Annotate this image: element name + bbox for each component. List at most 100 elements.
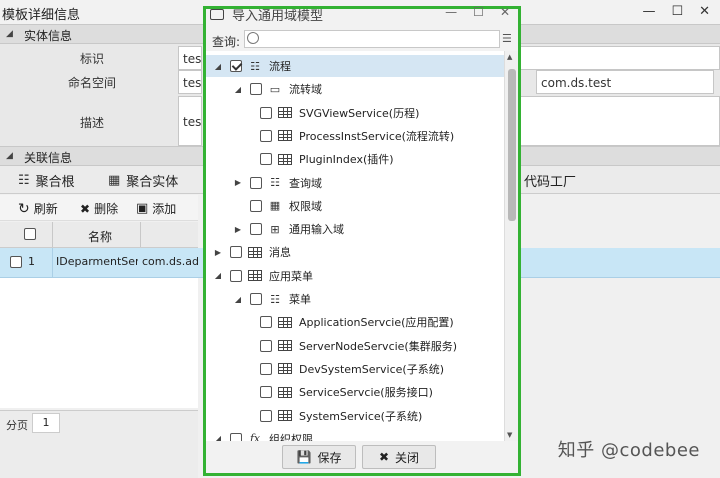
tree-node-checkbox[interactable] — [260, 339, 272, 352]
tree-node[interactable]: PluginIndex(插件) — [206, 148, 504, 170]
save-icon: 💾 — [296, 450, 312, 464]
close-button[interactable]: ✖ 关闭 — [362, 445, 436, 469]
tree-node-checkbox[interactable] — [260, 362, 272, 375]
column-divider — [140, 222, 141, 247]
tree-node-checkbox[interactable] — [260, 316, 272, 329]
tree-node-checkbox[interactable] — [230, 269, 242, 282]
watermark: 知乎 @codebee — [557, 440, 700, 461]
scroll-up-icon[interactable]: ▲ — [507, 53, 512, 61]
tree-node[interactable]: ▶ ⊞ 通用输入域 — [206, 218, 504, 240]
tree-node[interactable]: ◢ 应用菜单 — [206, 265, 504, 287]
tab-code-factory[interactable]: 代码工厂 — [524, 171, 576, 190]
tree-node-checkbox[interactable] — [250, 293, 262, 305]
add-button[interactable]: ▣ 添加 — [136, 200, 176, 217]
select-all-checkbox[interactable] — [24, 228, 36, 240]
row-checkbox[interactable] — [10, 256, 22, 268]
row-namespace: com.ds.adm — [142, 255, 198, 268]
tree-icon: ☷ — [270, 176, 280, 189]
folder-icon: ▭ — [269, 82, 281, 96]
tree-node-checkbox[interactable] — [250, 176, 262, 189]
tree-node[interactable]: ProcessInstService(流程流转) — [206, 125, 504, 147]
scroll-down-icon[interactable]: ▼ — [507, 431, 512, 439]
description-input[interactable]: test — [178, 96, 202, 146]
domain-tree: ◢ ☷ 流程 ◢ ▭ 流转域 SVGViewService(历程) ProcessInstSe… — [206, 51, 504, 441]
tree-icon: ☷ — [270, 292, 280, 306]
namespace-label: 命名空间 — [68, 76, 117, 90]
tree-node[interactable]: SVGViewService(历程) — [206, 102, 504, 124]
name-column-header[interactable]: 名称 — [88, 228, 112, 245]
scroll-thumb[interactable] — [508, 69, 516, 221]
collapse-triangle-icon[interactable]: ◢ — [6, 29, 13, 39]
tree-node-checkbox[interactable] — [260, 153, 272, 166]
calendar-add-icon: ▣ — [136, 201, 149, 216]
grid-toolbar: ↻ 刷新 ✖ 删除 ▣ 添加 — [0, 195, 198, 221]
table-icon — [278, 386, 292, 398]
tree-node-checkbox[interactable] — [250, 199, 262, 212]
refresh-button[interactable]: ↻ 刷新 — [18, 200, 58, 217]
table-icon — [278, 316, 292, 328]
tree-node[interactable]: ApplicationServcie(应用配置) — [206, 311, 504, 333]
tree-node-checkbox[interactable] — [260, 129, 272, 142]
pager-page[interactable]: 1 — [32, 413, 60, 433]
table-icon — [278, 410, 292, 421]
tree-node[interactable]: SystemService(子系统) — [206, 405, 504, 427]
tree-node-checkbox[interactable] — [230, 60, 242, 72]
minimize-icon[interactable]: — — [642, 4, 655, 19]
minimize-icon[interactable]: — — [445, 5, 457, 19]
tree-node-label: 通用输入域 — [289, 223, 344, 237]
import-domain-dialog: 导入通用域模型 — ☐ ✕ 查询: ☰ ◢ ☷ 流程 ◢ ▭ 流转域 SVGViewServ… — [203, 5, 521, 476]
tree-node[interactable]: ServerNodeServcie(集群服务) — [206, 335, 504, 357]
tree-node-checkbox[interactable] — [230, 246, 242, 259]
search-input[interactable] — [244, 30, 500, 48]
close-icon[interactable]: ✕ — [699, 4, 710, 19]
tree-node-checkbox[interactable] — [230, 432, 242, 441]
collapse-arrow-icon[interactable]: ◢ — [212, 434, 224, 441]
maximize-icon[interactable]: ☐ — [671, 4, 683, 19]
tree-node-checkbox[interactable] — [260, 386, 272, 399]
table-icon — [278, 363, 292, 375]
tree-node-label: 流程 — [269, 60, 291, 73]
tree-node[interactable]: ServiceServcie(服务接口) — [206, 381, 504, 403]
tree-node[interactable]: ◢ fx 组织权限 — [206, 428, 504, 441]
expand-arrow-icon[interactable]: ▶ — [232, 225, 244, 234]
collapse-arrow-icon[interactable]: ◢ — [212, 62, 224, 71]
tree-node[interactable]: ▦ 权限域 — [206, 195, 504, 217]
tree-node-checkbox[interactable] — [260, 409, 272, 422]
namespace-input-2[interactable]: com.ds.test — [536, 70, 714, 94]
tree-node[interactable]: ◢ ☷ 流程 — [206, 55, 504, 77]
aggregate-root-icon: ☷ — [18, 173, 30, 188]
save-button[interactable]: 💾 保存 — [282, 445, 356, 469]
tree-node-label: ServerNodeServcie(集群服务) — [299, 339, 458, 353]
maximize-icon[interactable]: ☐ — [473, 5, 484, 19]
delete-button[interactable]: ✖ 删除 — [80, 200, 118, 217]
tree-node[interactable]: ▶ ☷ 查询域 — [206, 172, 504, 194]
tree-node-label: PluginIndex(插件) — [299, 153, 394, 167]
close-icon[interactable]: ✕ — [500, 5, 510, 19]
namespace-input[interactable]: test — [178, 70, 202, 94]
collapse-arrow-icon[interactable]: ◢ — [232, 295, 244, 304]
id-input[interactable]: test — [178, 46, 202, 70]
tree-scrollbar[interactable]: ▲ ▼ — [504, 51, 518, 441]
collapse-arrow-icon[interactable]: ◢ — [232, 85, 244, 94]
tree-node[interactable]: ▶ 消息 — [206, 241, 504, 263]
id-input-ext[interactable] — [520, 46, 720, 70]
description-input-ext[interactable] — [520, 96, 720, 146]
tree-node[interactable]: ◢ ☷ 菜单 — [206, 288, 504, 310]
pager-label: 分页 — [6, 419, 28, 432]
search-options-icon[interactable]: ☰ — [502, 32, 512, 45]
tree-node-checkbox[interactable] — [250, 83, 262, 96]
tree-node-label: ApplicationServcie(应用配置) — [299, 316, 454, 330]
collapse-triangle-icon[interactable]: ◢ — [6, 151, 13, 161]
tree-node[interactable]: ◢ ▭ 流转域 — [206, 78, 504, 100]
expand-arrow-icon[interactable]: ▶ — [232, 178, 244, 187]
tab-aggregate-root[interactable]: ☷ 聚合根 — [18, 171, 75, 190]
tab-aggregate-entity[interactable]: ▦ 聚合实体 — [108, 171, 178, 190]
id-label: 标识 — [80, 52, 105, 66]
tree-node-checkbox[interactable] — [250, 223, 262, 236]
row-name: IDeparmentSer... — [56, 255, 138, 268]
expand-arrow-icon[interactable]: ▶ — [212, 248, 224, 257]
table-icon — [278, 107, 292, 119]
tree-node[interactable]: DevSystemService(子系统) — [206, 358, 504, 380]
tree-node-checkbox[interactable] — [260, 106, 272, 119]
collapse-arrow-icon[interactable]: ◢ — [212, 271, 224, 280]
